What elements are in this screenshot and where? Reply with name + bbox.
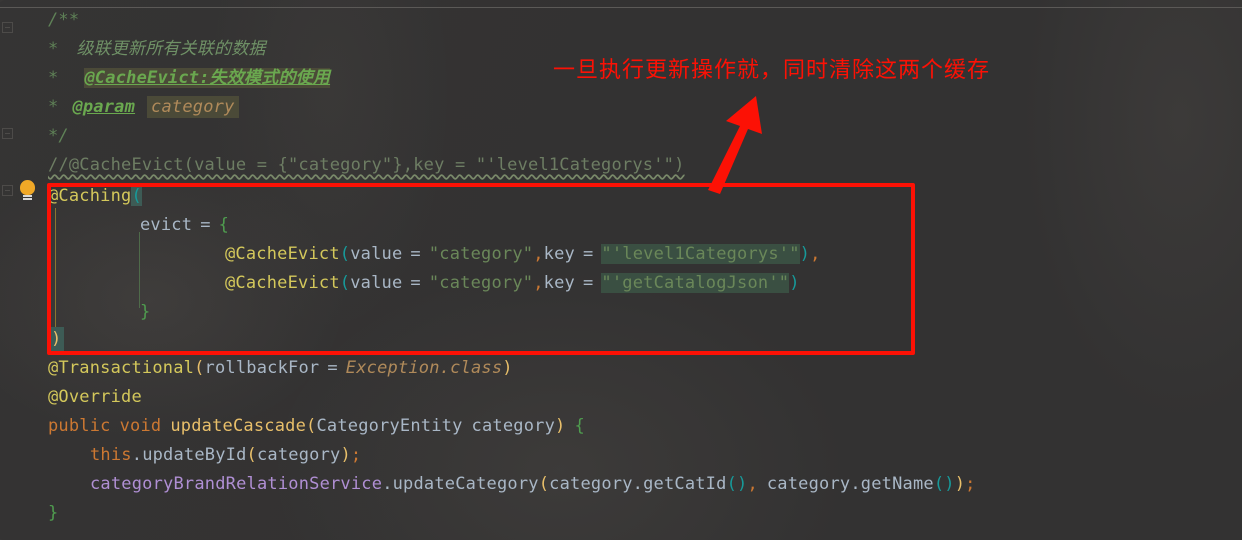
lparen: ( bbox=[194, 358, 205, 378]
rparen: ) bbox=[502, 358, 513, 378]
rparen: ) bbox=[555, 416, 566, 436]
arg-category: category bbox=[766, 474, 851, 494]
lparen: ( bbox=[246, 445, 257, 465]
param-type-categoryentity: CategoryEntity bbox=[316, 416, 463, 436]
javadoc-cacheevict-note: @CacheEvict:失效模式的使用 bbox=[84, 68, 331, 88]
dot: . bbox=[131, 445, 143, 465]
comma: , bbox=[747, 474, 758, 494]
code-line: } bbox=[0, 499, 1242, 528]
code-line: categoryBrandRelationService.updateCateg… bbox=[0, 470, 1242, 499]
dot: . bbox=[850, 474, 861, 494]
dot: . bbox=[382, 474, 393, 494]
dot: . bbox=[632, 474, 644, 494]
javadoc-star: * bbox=[48, 97, 59, 117]
keyword-this: this bbox=[90, 445, 132, 465]
rollbackfor-attribute-key: rollbackFor bbox=[204, 358, 320, 378]
exception-class-value: Exception.class bbox=[345, 358, 503, 378]
keyword-void: void bbox=[119, 416, 162, 436]
rparen: ) bbox=[340, 445, 351, 465]
code-line: @Override bbox=[0, 383, 1242, 412]
commented-cacheevict-line: //@CacheEvict(value = {"category"},key =… bbox=[48, 155, 685, 175]
param-name-category: category bbox=[471, 416, 556, 436]
semicolon: ; bbox=[965, 474, 976, 494]
equals-op: = bbox=[327, 358, 338, 378]
rparen: ) bbox=[954, 474, 966, 494]
code-line: */ bbox=[0, 122, 1242, 151]
javadoc-star: * bbox=[48, 39, 59, 59]
method-name-updatecascade: updateCascade bbox=[170, 416, 307, 436]
javadoc-param-name: category bbox=[147, 96, 239, 118]
code-line: /** bbox=[0, 6, 1242, 35]
empty-parens: () bbox=[933, 474, 955, 494]
field-categorybrandrelationservice: categoryBrandRelationService bbox=[90, 474, 383, 494]
method-close-brace: } bbox=[48, 503, 59, 523]
code-line: @Transactional(rollbackFor = Exception.cla… bbox=[0, 354, 1242, 383]
code-line: * @param category bbox=[0, 93, 1242, 122]
override-annotation-name: @Override bbox=[48, 387, 142, 407]
red-highlight-box bbox=[47, 183, 915, 355]
keyword-public: public bbox=[48, 416, 111, 436]
javadoc-star: * bbox=[48, 68, 59, 88]
lparen: ( bbox=[538, 474, 550, 494]
code-line: //@CacheEvict(value = {"category"},key =… bbox=[0, 151, 1242, 180]
empty-parens: () bbox=[726, 474, 748, 494]
lparen: ( bbox=[306, 416, 317, 436]
red-arrow-icon bbox=[708, 96, 762, 194]
arg-category: category bbox=[549, 474, 633, 494]
annotation-callout-text: 一旦执行更新操作就，同时清除这两个缓存 bbox=[553, 58, 991, 83]
javadoc-close: */ bbox=[48, 126, 69, 146]
javadoc-param-tag: @param bbox=[72, 97, 136, 117]
semicolon: ; bbox=[350, 445, 362, 465]
method-call-updatebyid: updateById bbox=[142, 445, 247, 465]
transactional-annotation-name: @Transactional bbox=[48, 358, 195, 378]
code-line: this.updateById(category); bbox=[0, 441, 1242, 470]
javadoc-description-cn: 级联更新所有关联的数据 bbox=[76, 39, 266, 59]
code-line: public void updateCascade(CategoryEntity ca… bbox=[0, 412, 1242, 441]
method-open-brace: { bbox=[574, 416, 585, 436]
arg-category: category bbox=[256, 445, 341, 465]
method-call-updatecategory: updateCategory bbox=[392, 474, 539, 494]
method-call-getcatid: getCatId bbox=[643, 474, 727, 494]
javadoc-open: /** bbox=[48, 10, 80, 30]
ide-editor-screenshot: /** * 级联更新所有关联的数据 * @CacheEvict:失效模式的使用 * @… bbox=[0, 0, 1242, 540]
method-call-getname: getName bbox=[860, 474, 934, 494]
